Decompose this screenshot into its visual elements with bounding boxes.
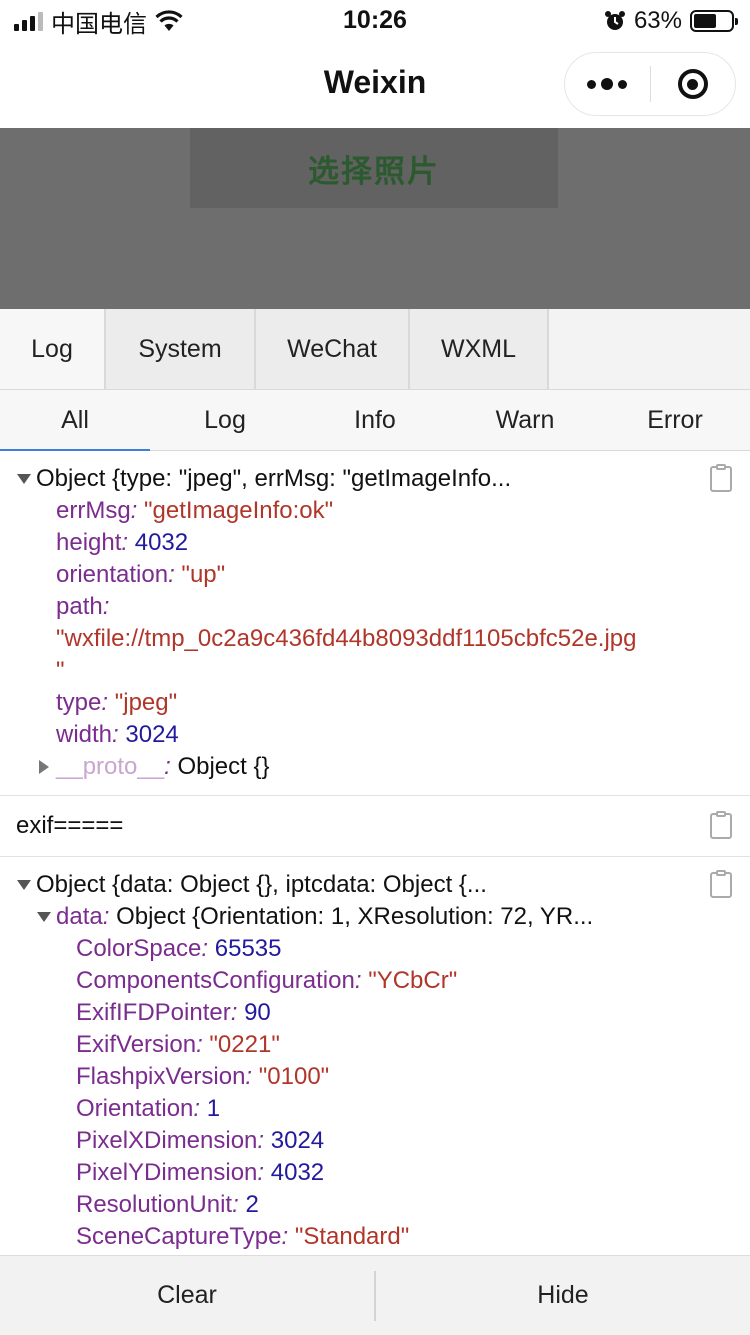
more-button[interactable]	[565, 53, 650, 115]
console-log-list[interactable]: Object {type: "jpeg", errMsg: "getImageI…	[0, 451, 750, 1255]
prop-row: path:	[56, 593, 110, 620]
more-dots-icon	[587, 78, 628, 90]
log-filter-tabs: All Log Info Warn Error	[0, 390, 750, 451]
battery-percent: 63%	[633, 7, 682, 34]
log-text: exif=====	[16, 812, 124, 839]
exif-prop-row: ComponentsConfiguration: "YCbCr"	[76, 967, 458, 994]
vconsole-tabs: Log System WeChat WXML	[0, 309, 750, 390]
exif-prop-row: ExifIFDPointer: 90	[76, 999, 271, 1026]
prop-row: type: "jpeg"	[56, 689, 178, 716]
expand-triangle-icon	[17, 880, 31, 890]
tab-wxml[interactable]: WXML	[410, 309, 549, 389]
filter-info[interactable]: Info	[300, 390, 450, 450]
prop-row: errMsg: "getImageInfo:ok"	[56, 497, 334, 524]
status-bar: 中国电信 10:26 63%	[0, 0, 750, 42]
alarm-icon	[604, 11, 625, 30]
vconsole-bottom-bar: Clear Hide	[0, 1255, 750, 1335]
battery-icon	[690, 10, 738, 32]
page-overlay[interactable]: 选择照片	[0, 128, 750, 309]
close-target-icon	[677, 69, 708, 99]
log-entry-exif: exif=====	[0, 796, 750, 857]
proto-row[interactable]: __proto__: Object {}	[0, 751, 750, 783]
exif-prop-row: ExifVersion: "0221"	[76, 1031, 280, 1058]
prop-value-wrapped: "	[56, 657, 65, 684]
collapsed-triangle-icon	[39, 760, 49, 774]
expand-triangle-icon	[37, 912, 51, 922]
hide-button[interactable]: Hide	[376, 1256, 750, 1335]
exif-prop-row: PixelYDimension: 4032	[76, 1159, 325, 1186]
exif-prop-row: PixelXDimension: 3024	[76, 1127, 325, 1154]
prop-row: width: 3024	[56, 721, 179, 748]
exif-prop-row: Orientation: 1	[76, 1095, 221, 1122]
prop-value-wrapped: "wxfile://tmp_0c2a9c436fd44b8093ddf1105c…	[56, 625, 637, 652]
exif-prop-row: SceneCaptureType: "Standard"	[76, 1223, 410, 1250]
navigation-bar: Weixin	[0, 42, 750, 128]
tab-wechat[interactable]: WeChat	[256, 309, 410, 389]
exif-prop-row: FlashpixVersion: "0100"	[76, 1063, 330, 1090]
data-row[interactable]: data: Object {Orientation: 1, XResolutio…	[0, 901, 750, 933]
menu-capsule	[564, 52, 736, 116]
filter-all[interactable]: All	[0, 390, 150, 451]
object-header[interactable]: Object {data: Object {}, iptcdata: Objec…	[0, 869, 750, 901]
filter-log[interactable]: Log	[150, 390, 300, 450]
status-right: 63%	[604, 6, 738, 36]
exif-prop-row: ColorSpace: 65535	[76, 935, 282, 962]
object-header[interactable]: Object {type: "jpeg", errMsg: "getImageI…	[0, 463, 750, 495]
close-miniprogram-button[interactable]	[651, 53, 736, 115]
tab-system[interactable]: System	[106, 309, 256, 389]
clear-button[interactable]: Clear	[0, 1256, 374, 1335]
exif-props: ColorSpace: 65535 ComponentsConfiguration…	[0, 933, 750, 1253]
filter-error[interactable]: Error	[600, 390, 750, 450]
prop-row: orientation: "up"	[56, 561, 226, 588]
filter-warn[interactable]: Warn	[450, 390, 600, 450]
tab-log[interactable]: Log	[0, 309, 106, 389]
choose-photo-button[interactable]: 选择照片	[190, 128, 558, 208]
log-entry-image-info: Object {type: "jpeg", errMsg: "getImageI…	[0, 451, 750, 796]
log-entry-exif-object: Object {data: Object {}, iptcdata: Objec…	[0, 857, 750, 1255]
prop-row: height: 4032	[56, 529, 189, 556]
exif-prop-row: ResolutionUnit: 2	[76, 1191, 259, 1218]
expand-triangle-icon	[17, 474, 31, 484]
